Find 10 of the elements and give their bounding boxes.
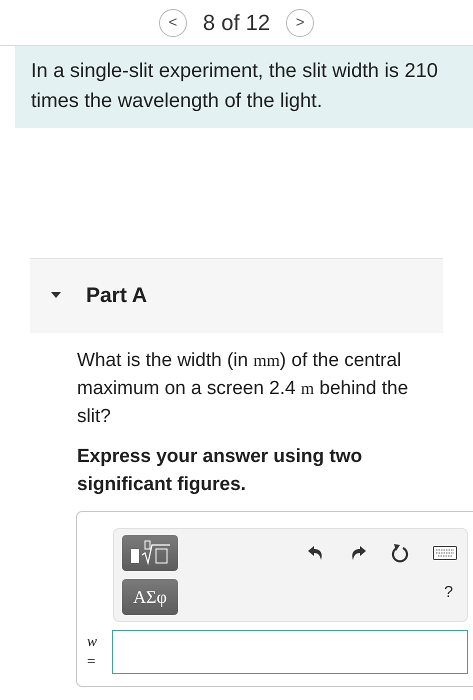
- instruction-text: Express your answer using two significant figures.: [77, 445, 364, 497]
- part-title[interactable]: Part A: [86, 280, 148, 312]
- page-position: 8 of 12: [202, 9, 270, 37]
- previous-button[interactable]: <: [158, 8, 187, 36]
- help-button[interactable]: ?: [440, 581, 457, 605]
- next-button[interactable]: >: [286, 8, 314, 36]
- question-text: What is the width (in mm) of the central maximum on a screen 2.4 m behind the slit?: [77, 349, 410, 429]
- intro-text: In a single-slit experiment, the slit width is 210 times the wavelength of the light.: [15, 46, 473, 128]
- answer-label: w =: [87, 633, 98, 672]
- symbols-button[interactable]: ΑΣφ: [122, 579, 178, 615]
